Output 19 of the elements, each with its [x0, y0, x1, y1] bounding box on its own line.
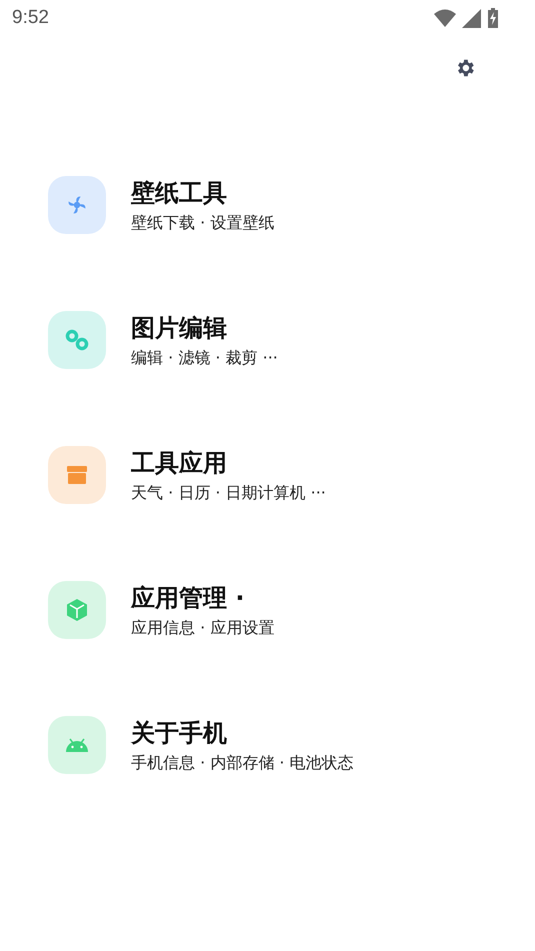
item-title[interactable]: 工具应用	[131, 448, 326, 478]
icon-tile[interactable]	[48, 581, 106, 639]
icon-tile[interactable]	[48, 311, 106, 369]
status-time: 9:52	[12, 7, 49, 29]
icon-tile[interactable]	[48, 446, 106, 504]
icon-tile[interactable]	[48, 176, 106, 234]
wifi-icon	[434, 9, 456, 27]
item-title[interactable]: 应用管理 ·	[131, 582, 274, 612]
item-title[interactable]: 图片编辑	[131, 312, 278, 342]
battery-charging-icon	[487, 8, 499, 28]
item-subtitle: 编辑 · 滤镜 · 裁剪 ···	[131, 348, 278, 368]
item-title[interactable]: 壁纸工具	[131, 178, 274, 208]
item-subtitle: 壁纸下载 · 设置壁纸	[131, 212, 274, 232]
item-subtitle: 应用信息 · 应用设置	[131, 618, 274, 638]
item-title[interactable]: 关于手机	[131, 718, 354, 748]
item-subtitle: 手机信息 · 内部存储 · 电池状态	[131, 752, 354, 772]
signal-icon	[462, 8, 481, 28]
icon-tile[interactable]	[48, 716, 106, 774]
item-subtitle: 天气 · 日历 · 日期计算机 ···	[131, 482, 326, 502]
